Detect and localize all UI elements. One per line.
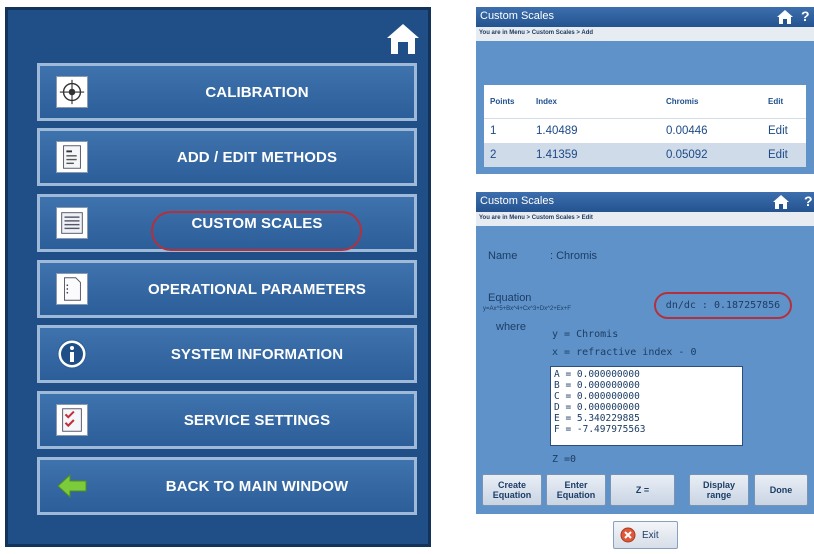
- equation-label: Equation: [488, 292, 532, 304]
- menu-item-label: OPERATIONAL PARAMETERS: [147, 280, 367, 298]
- coefficient-b: B = 0.000000000: [554, 380, 640, 391]
- button-label: Done: [769, 485, 793, 495]
- table-row: 2 1.41359 0.05092 Edit: [484, 143, 806, 167]
- custom-scales-edit-window: Custom Scales ? You are in Menu > Custom…: [476, 192, 814, 554]
- table-row: 1 1.40489 0.00446 Edit: [484, 118, 806, 143]
- menu-item-label: SYSTEM INFORMATION: [170, 345, 344, 363]
- column-header-edit: Edit: [762, 85, 806, 119]
- cell-chromis: 0.00446: [660, 118, 762, 143]
- button-label-line2: range: [706, 490, 732, 500]
- window-title: Custom Scales: [480, 195, 554, 207]
- document-icon: [56, 141, 88, 173]
- coefficients-box: A = 0.000000000 B = 0.000000000 C = 0.00…: [550, 366, 743, 446]
- settings-menu-panel: CALIBRATION ADD / EDIT METHODS CUSTOM SC…: [5, 7, 431, 547]
- custom-scales-add-window: Custom Scales ? You are in Menu > Custom…: [476, 7, 814, 174]
- menu-item-label: BACK TO MAIN WINDOW: [165, 477, 349, 495]
- info-icon: [57, 339, 87, 369]
- column-header-chromis: Chromis: [660, 85, 762, 119]
- cell-chromis: 0.05092: [660, 143, 762, 167]
- enter-equation-button[interactable]: Enter Equation: [546, 474, 606, 506]
- page-icon: [56, 273, 88, 305]
- equation-formula: y=Ax^5+Bx^4+Cx^3+Dx^2+Ex+F: [483, 306, 571, 312]
- name-value: : Chromis: [550, 250, 598, 262]
- cell-point: 2: [484, 143, 530, 167]
- points-table: Points Index Chromis Edit 1 1.40489 0.00…: [484, 85, 806, 167]
- table-header-row: Points Index Chromis Edit: [484, 85, 806, 119]
- column-header-points: Points: [484, 85, 530, 119]
- menu-item-label: SERVICE SETTINGS: [183, 411, 331, 429]
- exit-label: Exit: [642, 529, 659, 541]
- dndc-value: dn/dc : 0.187257856: [654, 292, 792, 319]
- title-bar: Custom Scales ?: [476, 192, 814, 212]
- menu-item-operational-parameters[interactable]: OPERATIONAL PARAMETERS: [37, 260, 417, 318]
- button-label-line1: Create: [497, 480, 526, 490]
- display-range-button[interactable]: Display range: [689, 474, 749, 506]
- x-definition: x = refractive index - 0: [552, 347, 697, 358]
- button-label-line2: Equation: [492, 490, 532, 500]
- button-label-line1: Enter: [564, 480, 588, 490]
- coefficient-d: D = 0.000000000: [554, 402, 640, 413]
- highlight-circle: [151, 211, 362, 251]
- button-label-line1: Display: [702, 480, 735, 490]
- menu-item-service-settings[interactable]: SERVICE SETTINGS: [37, 391, 417, 449]
- coefficient-e: E = 5.340229885: [554, 413, 640, 424]
- menu-item-back-to-main-window[interactable]: BACK TO MAIN WINDOW: [37, 457, 417, 515]
- close-icon: [620, 527, 636, 543]
- where-label: where: [496, 321, 526, 333]
- coefficient-c: C = 0.000000000: [554, 391, 640, 402]
- cell-point: 1: [484, 118, 530, 143]
- create-equation-button[interactable]: Create Equation: [482, 474, 542, 506]
- home-icon[interactable]: [777, 10, 793, 24]
- menu-item-label: ADD / EDIT METHODS: [176, 148, 338, 166]
- coefficient-a: A = 0.000000000: [554, 369, 640, 380]
- name-label: Name: [488, 250, 518, 262]
- y-definition: y = Chromis: [552, 329, 619, 340]
- z-value: Z =0: [552, 454, 577, 465]
- cell-index: 1.40489: [530, 118, 660, 143]
- column-header-index: Index: [530, 85, 660, 119]
- home-icon[interactable]: [773, 195, 789, 209]
- help-icon[interactable]: ?: [801, 8, 810, 24]
- crosshair-icon: [56, 76, 88, 108]
- exit-button[interactable]: Exit: [613, 521, 678, 549]
- button-label-line2: Equation: [556, 490, 596, 500]
- done-button[interactable]: Done: [754, 474, 808, 506]
- help-icon[interactable]: ?: [804, 193, 813, 209]
- z-button[interactable]: Z =: [610, 474, 675, 506]
- breadcrumb: You are in Menu > Custom Scales > Add: [476, 27, 814, 41]
- edit-link[interactable]: Edit: [762, 118, 806, 143]
- menu-item-add-edit-methods[interactable]: ADD / EDIT METHODS: [37, 128, 417, 186]
- edit-link[interactable]: Edit: [762, 143, 806, 167]
- coefficient-f: F = -7.497975563: [554, 424, 646, 435]
- menu-item-system-information[interactable]: SYSTEM INFORMATION: [37, 325, 417, 383]
- button-label: Z =: [635, 485, 650, 495]
- arrow-left-icon: [57, 473, 87, 499]
- menu-item-calibration[interactable]: CALIBRATION: [37, 63, 417, 121]
- menu-item-label: CALIBRATION: [205, 83, 309, 101]
- window-title: Custom Scales: [480, 10, 554, 22]
- home-icon[interactable]: [386, 22, 420, 56]
- breadcrumb: You are in Menu > Custom Scales > Edit: [476, 212, 814, 226]
- title-bar: Custom Scales ?: [476, 7, 814, 27]
- cell-index: 1.41359: [530, 143, 660, 167]
- scale-list-icon: [56, 207, 88, 239]
- checklist-icon: [56, 404, 88, 436]
